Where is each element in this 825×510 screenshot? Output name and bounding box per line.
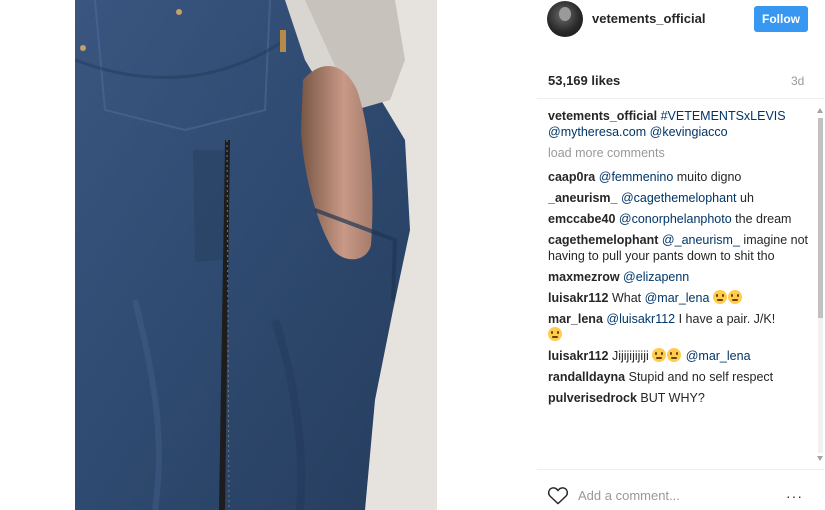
- comment-text: uh: [736, 191, 754, 205]
- scroll-down-icon[interactable]: [817, 456, 823, 461]
- comment: caap0ra @femmenino muito digno: [548, 169, 813, 185]
- grimace-emoji-icon: [548, 327, 562, 341]
- comment-list: vetements_official #VETEMENTSxLEVIS @myt…: [548, 108, 813, 411]
- follow-button[interactable]: Follow: [754, 6, 808, 32]
- post-time[interactable]: 3d: [791, 74, 804, 88]
- add-comment-input[interactable]: Add a comment...: [578, 488, 680, 503]
- comment-text: I have a pair. J/K!: [675, 312, 776, 326]
- caption: vetements_official #VETEMENTSxLEVIS @myt…: [548, 108, 813, 140]
- post-username[interactable]: vetements_official: [592, 11, 705, 26]
- comment: maxmezrow @elizapenn: [548, 269, 813, 285]
- comment-text: Stupid and no self respect: [628, 370, 774, 384]
- grimace-emoji-icon: [727, 290, 742, 304]
- heart-icon[interactable]: [547, 485, 569, 505]
- comment-user[interactable]: luisakr112: [548, 349, 608, 363]
- comment-user[interactable]: emccabe40: [548, 212, 615, 226]
- comment-user[interactable]: randalldayna: [548, 370, 625, 384]
- comment: luisakr112 Jijijijijiji @mar_lena: [548, 348, 813, 364]
- comment-user[interactable]: luisakr112: [548, 291, 608, 305]
- comment-user[interactable]: caap0ra: [548, 170, 595, 184]
- comment: emccabe40 @conorphelanphoto the dream: [548, 211, 813, 227]
- caption-mention-kevingiacco[interactable]: @kevingiacco: [650, 125, 728, 139]
- caption-user[interactable]: vetements_official: [548, 109, 657, 123]
- divider: [537, 469, 825, 470]
- scroll-up-icon[interactable]: [817, 108, 823, 113]
- comment-user[interactable]: maxmezrow: [548, 270, 620, 284]
- likes-count[interactable]: 53,169 likes: [548, 73, 620, 88]
- grimace-emoji-icon: [652, 348, 667, 362]
- comment-text: BUT WHY?: [640, 391, 705, 405]
- comment-text: the dream: [731, 212, 792, 226]
- grimace-emoji-icon: [667, 348, 682, 362]
- caption-hashtag[interactable]: #VETEMENTSxLEVIS: [661, 109, 786, 123]
- comment-user[interactable]: cagethemelophant: [548, 233, 658, 247]
- comment-mention[interactable]: @conorphelanphoto: [619, 212, 732, 226]
- comments-scrollbar[interactable]: [815, 108, 825, 464]
- comment-mention[interactable]: @mar_lena: [645, 291, 710, 305]
- post-side-panel: vetements_official Follow 53,169 likes 3…: [437, 0, 825, 510]
- comment: pulverisedrock BUT WHY?: [548, 390, 813, 406]
- comment-mention[interactable]: @cagethemelophant: [621, 191, 737, 205]
- comment-text: muito digno: [673, 170, 742, 184]
- comment-mention[interactable]: @elizapenn: [623, 270, 689, 284]
- post-photo-image: [75, 0, 437, 510]
- load-more-comments[interactable]: load more comments: [548, 145, 813, 161]
- comment: luisakr112 What @mar_lena: [548, 290, 813, 306]
- comment-user[interactable]: _aneurism_: [548, 191, 617, 205]
- comment-mention[interactable]: @femmenino: [599, 170, 674, 184]
- caption-mention-mytheresa[interactable]: @mytheresa.com: [548, 125, 646, 139]
- comment-user[interactable]: pulverisedrock: [548, 391, 637, 405]
- divider: [537, 98, 825, 99]
- comment-mention[interactable]: @_aneurism_: [662, 233, 740, 247]
- avatar-face: [559, 7, 571, 21]
- comment-mention[interactable]: @luisakr112: [606, 312, 675, 326]
- scroll-thumb[interactable]: [818, 118, 823, 318]
- comment-user[interactable]: mar_lena: [548, 312, 603, 326]
- comment-text: Jijijijijiji: [611, 349, 653, 363]
- comment-text: What: [611, 291, 645, 305]
- comment: randalldayna Stupid and no self respect: [548, 369, 813, 385]
- post-photo[interactable]: [75, 0, 437, 510]
- comment: cagethemelophant @_aneurism_ imagine not…: [548, 232, 813, 264]
- grimace-emoji-icon: [712, 290, 727, 304]
- avatar[interactable]: [547, 1, 583, 37]
- comment: mar_lena @luisakr112 I have a pair. J/K!: [548, 311, 813, 343]
- comment: _aneurism_ @cagethemelophant uh: [548, 190, 813, 206]
- more-options-icon[interactable]: ···: [786, 488, 803, 504]
- comment-mention[interactable]: @mar_lena: [686, 349, 751, 363]
